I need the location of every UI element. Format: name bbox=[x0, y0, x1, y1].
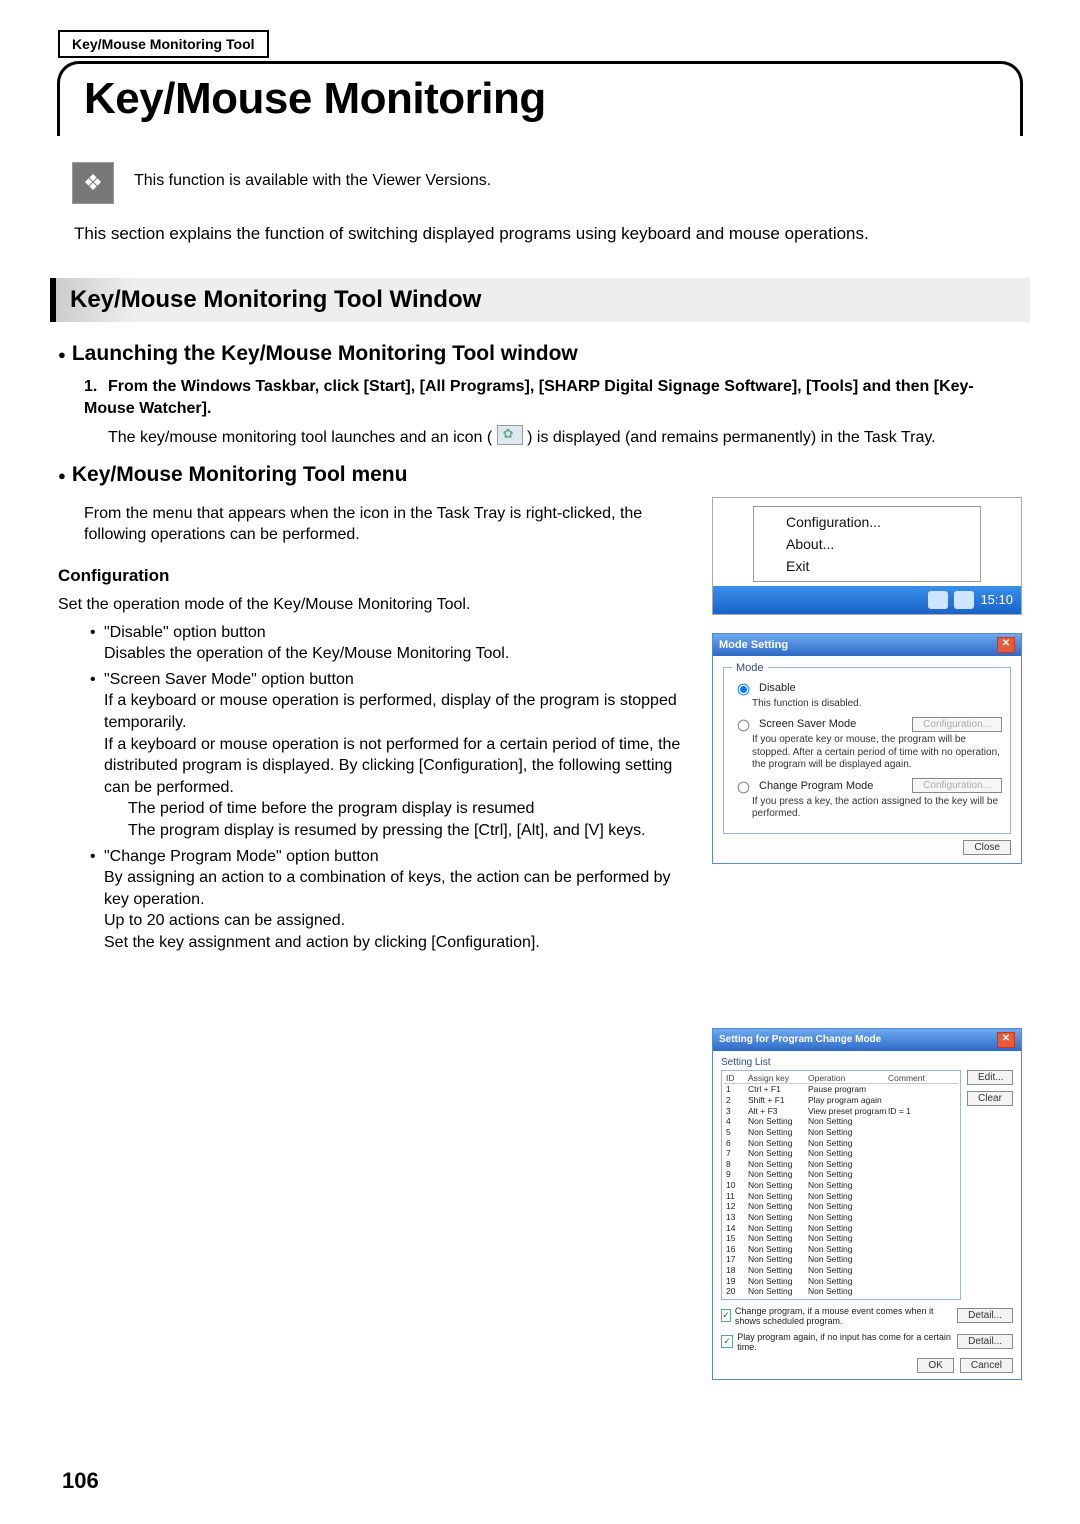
intro-note: This function is available with the View… bbox=[134, 162, 491, 190]
context-menu: Configuration... About... Exit bbox=[753, 506, 981, 582]
radio-disable[interactable] bbox=[738, 683, 750, 695]
subsection-menu: Key/Mouse Monitoring Tool menu bbox=[58, 463, 1022, 487]
subsection-launch: Launching the Key/Mouse Monitoring Tool … bbox=[58, 342, 1022, 366]
setting-list-label: Setting List bbox=[721, 1057, 1013, 1068]
col-operation: Operation bbox=[808, 1073, 888, 1084]
table-row[interactable]: 17Non SettingNon Setting bbox=[724, 1254, 958, 1265]
disable-desc: This function is disabled. bbox=[752, 698, 1002, 711]
edit-button[interactable]: Edit... bbox=[967, 1070, 1013, 1085]
ctx-exit[interactable]: Exit bbox=[754, 555, 980, 577]
table-row[interactable]: 8Non SettingNon Setting bbox=[724, 1159, 958, 1170]
table-row[interactable]: 4Non SettingNon Setting bbox=[724, 1116, 958, 1127]
tool-tray-icon bbox=[497, 425, 523, 445]
bullet-ssm-sub1: The period of time before the program di… bbox=[128, 798, 694, 820]
context-menu-screenshot: Configuration... About... Exit 15:10 bbox=[712, 497, 1022, 615]
ssm-desc: If you operate key or mouse, the program… bbox=[752, 734, 1002, 772]
mode-setting-title: Mode Setting bbox=[719, 639, 788, 651]
close-icon[interactable]: ✕ bbox=[997, 637, 1015, 653]
section-heading: Key/Mouse Monitoring Tool Window bbox=[50, 278, 1030, 322]
tool-tray-icon[interactable] bbox=[954, 591, 974, 609]
col-id: ID bbox=[726, 1073, 748, 1084]
table-row[interactable]: 19Non SettingNon Setting bbox=[724, 1276, 958, 1287]
checkbox-play-again[interactable]: ✓ bbox=[721, 1335, 733, 1348]
program-change-mode-dialog: Setting for Program Change Mode ✕ Settin… bbox=[712, 1028, 1022, 1380]
table-row[interactable]: 5Non SettingNon Setting bbox=[724, 1127, 958, 1138]
radio-ssm-label: Screen Saver Mode bbox=[759, 718, 856, 730]
table-row[interactable]: 6Non SettingNon Setting bbox=[724, 1138, 958, 1149]
table-row[interactable]: 7Non SettingNon Setting bbox=[724, 1148, 958, 1159]
viewer-versions-icon: ❖ bbox=[72, 162, 114, 204]
detail-button-2[interactable]: Detail... bbox=[957, 1334, 1013, 1349]
taskbar-clock: 15:10 bbox=[980, 592, 1013, 607]
table-row[interactable]: 15Non SettingNon Setting bbox=[724, 1233, 958, 1244]
step-1-detail: The key/mouse monitoring tool launches a… bbox=[108, 425, 1022, 449]
cpm-configuration-button[interactable]: Configuration... bbox=[912, 778, 1002, 793]
clear-button[interactable]: Clear bbox=[967, 1091, 1013, 1106]
table-row[interactable]: 1Ctrl + F1Pause program bbox=[724, 1084, 958, 1095]
close-button[interactable]: Close bbox=[963, 840, 1011, 855]
detail-button-1[interactable]: Detail... bbox=[957, 1308, 1013, 1323]
page-number: 106 bbox=[62, 1468, 99, 1494]
bullet-change-program-mode: "Change Program Mode" option button By a… bbox=[86, 846, 694, 954]
configuration-para: Set the operation mode of the Key/Mouse … bbox=[58, 594, 694, 616]
checkbox-play-again-label: Play program again, if no input has come… bbox=[737, 1332, 957, 1352]
setting-list-table[interactable]: ID Assign key Operation Comment 1Ctrl + … bbox=[721, 1070, 961, 1300]
section-explanation: This section explains the function of sw… bbox=[74, 224, 1022, 244]
table-row[interactable]: 10Non SettingNon Setting bbox=[724, 1180, 958, 1191]
close-icon[interactable]: ✕ bbox=[997, 1032, 1015, 1048]
cancel-button[interactable]: Cancel bbox=[960, 1358, 1013, 1373]
table-row[interactable]: 9Non SettingNon Setting bbox=[724, 1169, 958, 1180]
mode-legend: Mode bbox=[732, 662, 768, 674]
program-change-mode-title: Setting for Program Change Mode bbox=[719, 1034, 881, 1045]
title-box: Key/Mouse Monitoring bbox=[57, 61, 1023, 136]
tray-arrow-icon[interactable] bbox=[928, 591, 948, 609]
cpm-desc: If you press a key, the action assigned … bbox=[752, 796, 1002, 821]
radio-screen-saver-mode[interactable] bbox=[738, 720, 750, 732]
col-assign-key: Assign key bbox=[748, 1073, 808, 1084]
table-row[interactable]: 16Non SettingNon Setting bbox=[724, 1244, 958, 1255]
ctx-about[interactable]: About... bbox=[754, 533, 980, 555]
table-row[interactable]: 2Shift + F1Play program again bbox=[724, 1095, 958, 1106]
table-row[interactable]: 12Non SettingNon Setting bbox=[724, 1201, 958, 1212]
mode-setting-dialog: Mode Setting ✕ Mode Disable bbox=[712, 633, 1022, 864]
step-1: From the Windows Taskbar, click [Start],… bbox=[84, 378, 974, 417]
menu-intro: From the menu that appears when the icon… bbox=[84, 503, 694, 546]
ok-button[interactable]: OK bbox=[917, 1358, 953, 1373]
table-row[interactable]: 18Non SettingNon Setting bbox=[724, 1265, 958, 1276]
checkbox-change-on-mouse[interactable]: ✓ bbox=[721, 1309, 731, 1322]
page-title: Key/Mouse Monitoring bbox=[84, 74, 546, 123]
col-comment: Comment bbox=[888, 1073, 956, 1084]
table-row[interactable]: 11Non SettingNon Setting bbox=[724, 1191, 958, 1202]
bullet-disable: "Disable" option button Disables the ope… bbox=[86, 622, 694, 665]
table-row[interactable]: 3Alt + F3View preset programID = 1 bbox=[724, 1106, 958, 1117]
ctx-configuration[interactable]: Configuration... bbox=[754, 511, 980, 533]
configuration-heading: Configuration bbox=[58, 566, 694, 586]
table-row[interactable]: 14Non SettingNon Setting bbox=[724, 1223, 958, 1234]
bullet-ssm-sub2: The program display is resumed by pressi… bbox=[128, 820, 694, 842]
radio-change-program-mode[interactable] bbox=[738, 781, 750, 793]
taskbar: 15:10 bbox=[713, 586, 1021, 614]
table-row[interactable]: 13Non SettingNon Setting bbox=[724, 1212, 958, 1223]
ssm-configuration-button[interactable]: Configuration... bbox=[912, 717, 1002, 732]
table-row[interactable]: 20Non SettingNon Setting bbox=[724, 1286, 958, 1297]
radio-disable-label: Disable bbox=[759, 682, 796, 694]
radio-cpm-label: Change Program Mode bbox=[759, 780, 873, 792]
header-tab: Key/Mouse Monitoring Tool bbox=[58, 30, 269, 58]
checkbox-change-on-mouse-label: Change program, if a mouse event comes w… bbox=[735, 1306, 957, 1326]
bullet-screen-saver-mode: "Screen Saver Mode" option button If a k… bbox=[86, 669, 694, 842]
